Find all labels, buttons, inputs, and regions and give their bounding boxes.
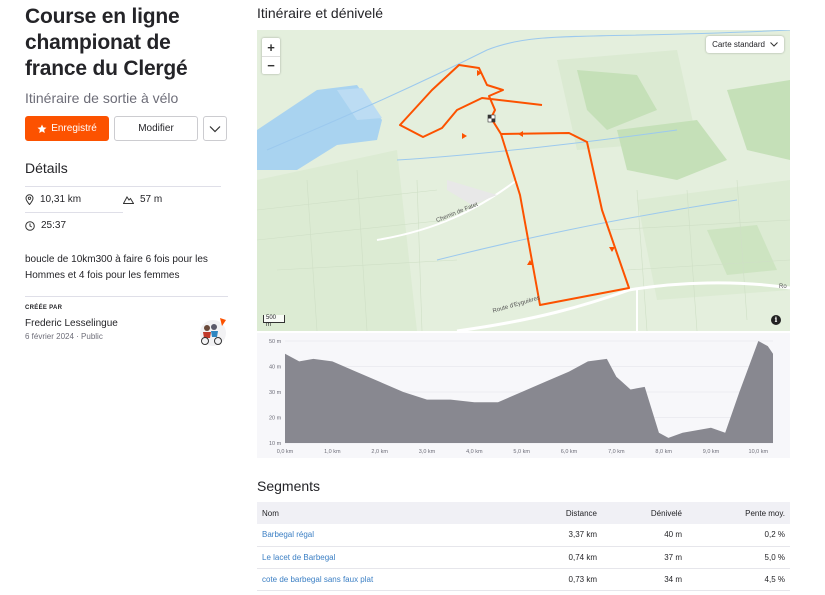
route-map[interactable]: + − Carte standard Chemin de Fatet Route… bbox=[257, 30, 790, 331]
segment-distance: 3,37 km bbox=[512, 524, 602, 547]
y-tick-label: 10 m bbox=[269, 441, 282, 447]
edit-button-label: Modifier bbox=[138, 123, 174, 134]
creator-name[interactable]: Frederic Lesselingue bbox=[25, 318, 118, 329]
x-tick-label: 2,0 km bbox=[371, 449, 388, 455]
x-tick-label: 10,0 km bbox=[749, 449, 769, 455]
x-tick-label: 8,0 km bbox=[655, 449, 672, 455]
segment-distance: 0,73 km bbox=[512, 568, 602, 591]
x-tick-label: 1,0 km bbox=[324, 449, 341, 455]
segment-grade: 0,2 % bbox=[687, 524, 790, 547]
creator-block: Frederic Lesselingue 6 février 2024 · Pu… bbox=[25, 316, 228, 346]
details-heading: Détails bbox=[25, 160, 68, 176]
map-section-title: Itinéraire et dénivelé bbox=[257, 5, 384, 21]
location-pin-icon bbox=[25, 194, 34, 205]
route-title: Course en ligne championat de france du … bbox=[25, 5, 188, 80]
saved-button-label: Enregistré bbox=[51, 123, 97, 134]
chevron-down-icon bbox=[209, 125, 221, 132]
segment-grade: 4,5 % bbox=[687, 568, 790, 591]
divider bbox=[25, 296, 228, 297]
table-row: Barbegal régal 3,37 km 40 m 0,2 % bbox=[257, 524, 790, 547]
road-label-edge: Ro bbox=[779, 284, 787, 290]
table-header-row: Nom Distance Dénivelé Pente moy. bbox=[257, 502, 790, 524]
x-tick-label: 5,0 km bbox=[513, 449, 530, 455]
avatar[interactable] bbox=[198, 316, 228, 346]
chevron-down-icon bbox=[770, 42, 778, 47]
more-options-button[interactable] bbox=[203, 116, 227, 141]
segment-elevation: 40 m bbox=[602, 524, 687, 547]
zoom-out-button[interactable]: − bbox=[262, 56, 280, 74]
saved-button[interactable]: Enregistré bbox=[25, 116, 109, 141]
x-tick-label: 6,0 km bbox=[561, 449, 578, 455]
col-grade: Pente moy. bbox=[687, 502, 790, 524]
distance-stat: 10,31 km bbox=[25, 186, 123, 212]
elevation-chart: 50 m 40 m 30 m 20 m 10 m 0,0 km 1,0 km 2,0 km 3,… bbox=[269, 339, 773, 455]
x-tick-label: 0,0 km bbox=[277, 449, 294, 455]
table-row: cote de barbegal sans faux plat 0,73 km … bbox=[257, 568, 790, 591]
map-style-select[interactable]: Carte standard bbox=[706, 36, 784, 53]
map-scale: 500 m bbox=[263, 315, 285, 328]
col-name: Nom bbox=[257, 502, 512, 524]
map-canvas[interactable] bbox=[257, 30, 790, 331]
col-elevation: Dénivelé bbox=[602, 502, 687, 524]
time-stat: 25:37 bbox=[25, 212, 123, 238]
elevation-value: 57 m bbox=[140, 194, 163, 205]
route-description: boucle de 10km300 à faire 6 fois pour le… bbox=[25, 254, 208, 281]
x-tick-label: 7,0 km bbox=[608, 449, 625, 455]
map-style-label: Carte standard bbox=[712, 40, 765, 49]
x-tick-label: 9,0 km bbox=[703, 449, 720, 455]
segment-link[interactable]: cote de barbegal sans faux plat bbox=[257, 568, 512, 591]
zoom-in-button[interactable]: + bbox=[262, 38, 280, 56]
distance-value: 10,31 km bbox=[40, 194, 82, 205]
segment-elevation: 37 m bbox=[602, 546, 687, 569]
y-tick-label: 40 m bbox=[269, 365, 282, 371]
segment-distance: 0,74 km bbox=[512, 546, 602, 569]
avatar-image bbox=[200, 318, 226, 346]
created-date: 6 février 2024 bbox=[25, 332, 74, 341]
segment-grade: 5,0 % bbox=[687, 546, 790, 569]
y-tick-label: 20 m bbox=[269, 416, 282, 422]
table-row: Le lacet de Barbegal 0,74 km 37 m 5,0 % bbox=[257, 546, 790, 569]
mountain-icon bbox=[123, 196, 134, 204]
elevation-profile[interactable]: 50 m 40 m 30 m 20 m 10 m 0,0 km 1,0 km 2,0 km 3,… bbox=[257, 333, 790, 458]
zoom-controls: + − bbox=[262, 38, 280, 74]
y-tick-label: 50 m bbox=[269, 339, 282, 345]
info-icon[interactable]: i bbox=[771, 315, 781, 325]
time-value: 25:37 bbox=[41, 220, 67, 231]
edit-button[interactable]: Modifier bbox=[114, 116, 198, 141]
segments-title: Segments bbox=[257, 478, 321, 494]
x-tick-label: 3,0 km bbox=[419, 449, 436, 455]
elevation-stat: 57 m bbox=[123, 186, 221, 212]
created-by-label: CRÉÉE PAR bbox=[25, 305, 63, 311]
segments-table: Nom Distance Dénivelé Pente moy. Barbega… bbox=[257, 502, 790, 591]
x-tick-label: 4,0 km bbox=[466, 449, 483, 455]
route-stats: 10,31 km 57 m 25:37 bbox=[25, 186, 228, 238]
star-icon bbox=[37, 124, 47, 133]
route-subtitle: Itinéraire de sortie à vélo bbox=[25, 90, 179, 106]
visibility-label: Public bbox=[81, 332, 103, 341]
segment-elevation: 34 m bbox=[602, 568, 687, 591]
segment-link[interactable]: Barbegal régal bbox=[257, 524, 512, 547]
route-actions: Enregistré Modifier bbox=[25, 116, 228, 141]
clock-icon bbox=[25, 220, 35, 231]
y-tick-label: 30 m bbox=[269, 390, 282, 396]
col-distance: Distance bbox=[512, 502, 602, 524]
segment-link[interactable]: Le lacet de Barbegal bbox=[257, 546, 512, 569]
route-sidebar: Course en ligne championat de france du … bbox=[25, 0, 228, 346]
creator-meta: 6 février 2024 · Public bbox=[25, 332, 118, 341]
